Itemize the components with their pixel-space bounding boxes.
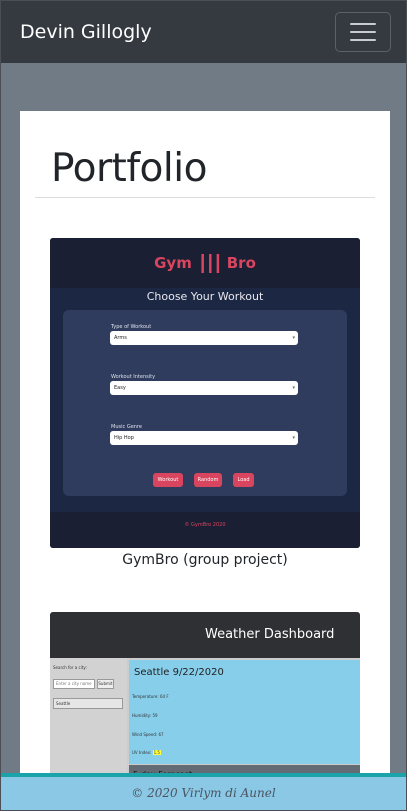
gymbro-field-select: Easy (110, 381, 298, 395)
gymbro-random-button: Random (194, 473, 222, 487)
portfolio-card: Portfolio Gym ┃┃┃ Bro Choose Your Workou… (20, 111, 390, 776)
gymbro-field-label: Workout Intensity (111, 374, 156, 380)
weather-search-input: Enter a city name (53, 679, 95, 689)
weather-uv-index: UV Index: 1.5 (132, 750, 161, 755)
project-caption: GymBro (group project) (122, 552, 288, 568)
gymbro-field-select: Arms (110, 331, 298, 345)
gymbro-field-select: Hip Hop (110, 431, 298, 445)
gymbro-workout-button: Workout (153, 473, 183, 487)
weather-header: Weather Dashboard (50, 612, 360, 658)
gymbro-logo-text: Gym (154, 254, 192, 272)
gymbro-footer: © GymBro 2020 (50, 512, 360, 548)
weather-stat: Humidity: 59 (132, 713, 158, 718)
weather-history-item: Seattle (53, 698, 123, 709)
divider (35, 197, 375, 198)
weather-uv-label: UV Index: (132, 750, 153, 755)
gymbro-load-button: Load (233, 473, 254, 487)
weather-city-date: Seattle 9/22/2020 (134, 667, 224, 678)
weather-sidebar: Search for a city: Enter a city name Sub… (50, 658, 127, 776)
hamburger-icon-bar (350, 39, 376, 41)
weather-uv-value: 1.5 (152, 750, 161, 755)
project-screenshot-weather[interactable]: Weather Dashboard Search for a city: Ent… (50, 612, 360, 776)
project-screenshot-gymbro[interactable]: Gym ┃┃┃ Bro Choose Your Workout Type of … (50, 238, 360, 548)
weather-current-panel: Seattle 9/22/2020 Temperature: 64 F Humi… (129, 660, 360, 764)
hamburger-icon (350, 23, 376, 25)
gymbro-field-label: Type of Workout (111, 324, 152, 330)
gymbro-heading: Choose Your Workout (146, 290, 264, 303)
weather-submit-button: Submit (97, 679, 114, 689)
gymbro-logo-text-right: Bro (226, 254, 256, 272)
brand-link[interactable]: Devin Gillogly (20, 21, 152, 43)
page-footer: © 2020 Virlym di Aunel (1, 773, 406, 810)
gymbro-header: Gym ┃┃┃ Bro (50, 238, 360, 288)
weather-stat: Temperature: 64 F (132, 694, 169, 699)
hamburger-icon-bar (350, 31, 376, 33)
dumbbell-icon: ┃┃┃ (197, 253, 223, 273)
navbar: Devin Gillogly (1, 1, 406, 63)
weather-stat: Wind Speed: 67 (132, 732, 164, 737)
page-title: Portfolio (51, 146, 207, 191)
gymbro-form-panel: Type of Workout Arms Workout Intensity E… (63, 310, 347, 496)
gymbro-field-label: Music Genre (111, 424, 142, 430)
weather-title: Weather Dashboard (205, 627, 335, 642)
weather-search-label: Search for a city: (53, 665, 87, 670)
menu-toggle-button[interactable] (335, 12, 391, 52)
